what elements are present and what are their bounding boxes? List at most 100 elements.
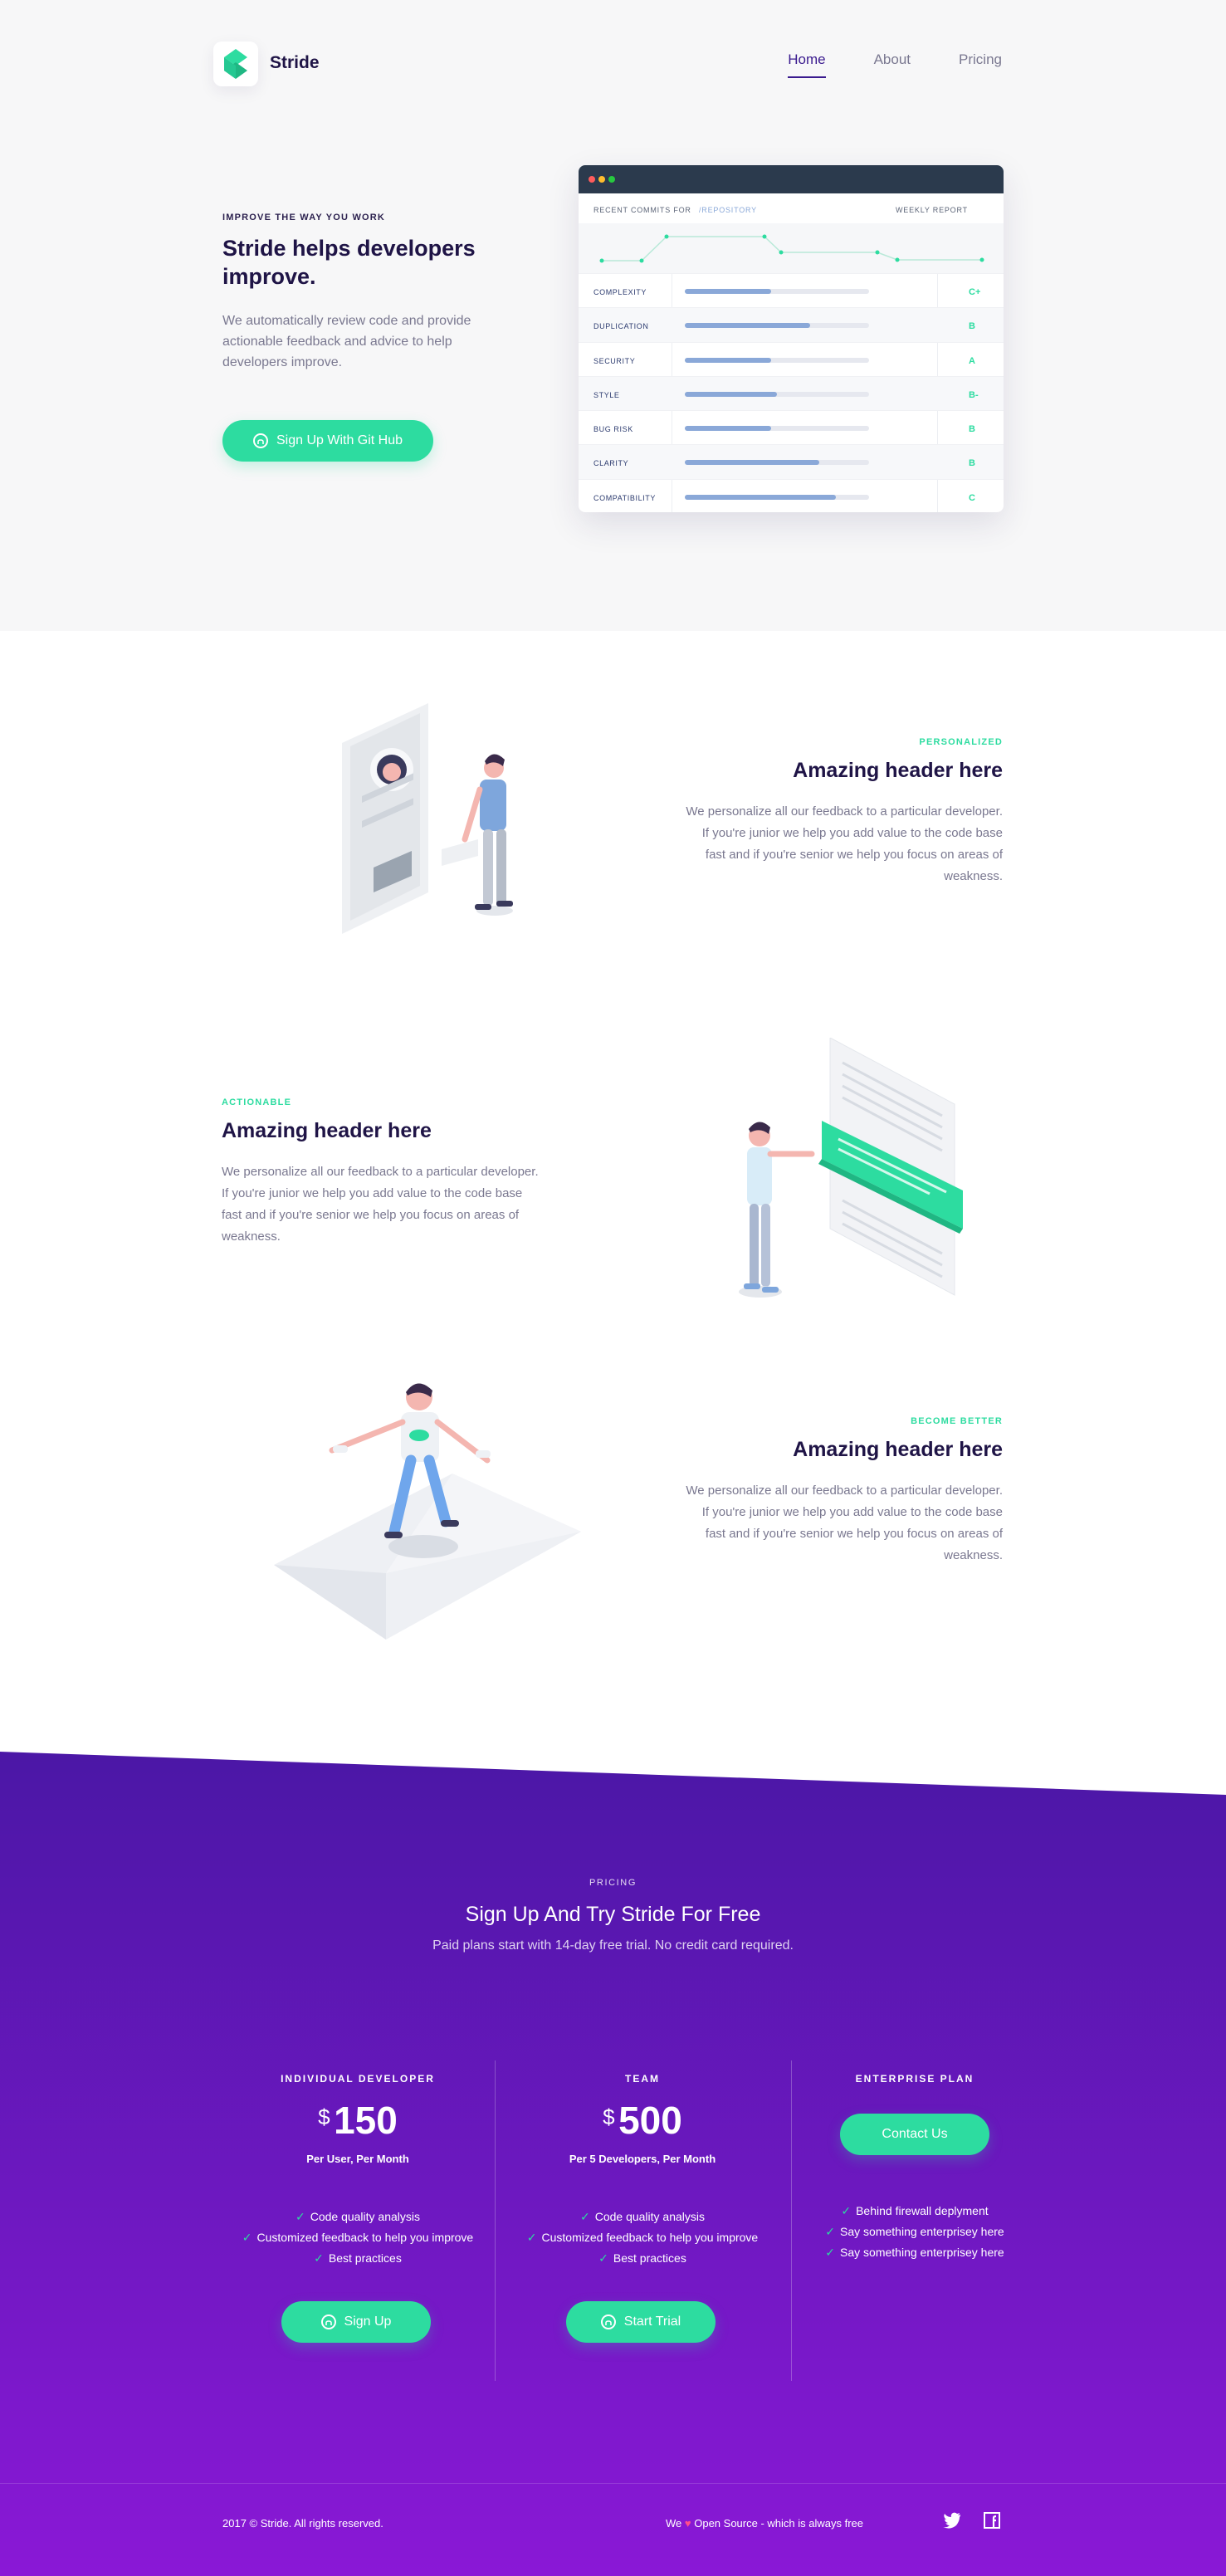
feature-description: We personalize all our feedback to a par…	[222, 1165, 539, 1244]
plan-feature: ✓ Code quality analysis	[295, 2210, 421, 2223]
commit-graph	[579, 223, 1004, 273]
plan-feature: ✓ Customized feedback to help you improve	[526, 2231, 759, 2244]
sign-up-label: Sign Up	[344, 2314, 392, 2329]
metric-grade: A	[969, 355, 975, 366]
metric-label: CLARITY	[593, 459, 629, 468]
metric-progress-fill	[685, 289, 772, 294]
metric-grade: C+	[969, 287, 981, 297]
nav-links: Home About Pricing	[788, 51, 1002, 78]
metric-label: SECURITY	[593, 356, 636, 365]
metric-label: BUG RISK	[593, 425, 633, 434]
metric-progress-track	[685, 323, 869, 329]
heart-icon: ♥	[684, 2517, 691, 2530]
plan-price: $ 500	[495, 2098, 790, 2143]
plan-name: INDIVIDUAL DEVELOPER	[281, 2073, 435, 2085]
check-icon: ✓	[526, 2231, 537, 2244]
nav-about[interactable]: About	[874, 51, 911, 78]
window-close-icon	[589, 176, 595, 183]
window-minimize-icon	[598, 176, 605, 183]
start-trial-button[interactable]: Start Trial	[566, 2301, 716, 2343]
hero-text: IMPROVE THE WAY YOU WORK Stride helps de…	[222, 213, 496, 373]
report-row: COMPLEXITY C+	[579, 273, 1004, 307]
feature-eyebrow: ACTIONABLE	[222, 1097, 292, 1107]
metric-progress-fill	[685, 460, 820, 466]
top-nav: Stride Home About Pricing	[213, 38, 1002, 88]
report-window-bar	[579, 165, 1004, 193]
plan-amount: 150	[334, 2099, 398, 2142]
report-row: CLARITY B	[579, 444, 1004, 479]
note-prefix: We	[666, 2517, 682, 2530]
metric-label: STYLE	[593, 390, 620, 399]
stride-logo-icon	[224, 49, 247, 79]
check-icon: ✓	[598, 2251, 608, 2265]
plan-feature: ✓ Best practices	[314, 2251, 402, 2265]
contact-us-label: Contact Us	[882, 2127, 948, 2141]
feature-eyebrow: BECOME BETTER	[911, 1416, 1003, 1426]
metric-progress-track	[685, 426, 869, 432]
open-source-note: We ♥ Open Source - which is always free	[666, 2517, 863, 2530]
plan-amount: 500	[618, 2099, 682, 2142]
hero-description: We automatically review code and provide…	[222, 314, 471, 369]
report-row: STYLE B-	[579, 375, 1004, 411]
plan-feature: ✓ Say something enterprisey here	[825, 2246, 1004, 2259]
metric-progress-track	[685, 460, 869, 466]
pricing-subtitle: Paid plans start with 14-day free trial.…	[432, 1938, 794, 1953]
github-signup-button[interactable]: Sign Up With Git Hub	[222, 420, 433, 462]
hero-diagonal	[0, 548, 1226, 631]
metric-progress-fill	[685, 494, 837, 500]
plan-per: Per User, Per Month	[306, 2153, 409, 2165]
feature-personalized: PERSONALIZED Amazing header here We pers…	[679, 737, 1003, 887]
metric-grade: C	[969, 492, 975, 503]
weekly-report-label: WEEKLY REPORT	[896, 206, 968, 214]
plan-price: $ 150	[210, 2098, 506, 2143]
check-icon: ✓	[242, 2231, 252, 2244]
github-icon	[600, 2314, 616, 2329]
metric-progress-track	[685, 357, 869, 363]
metric-grade: B	[969, 458, 975, 469]
report-row: SECURITY A	[579, 341, 1004, 376]
plan-features: ✓ Behind firewall deplyment ✓ Say somethin…	[767, 2201, 1062, 2263]
nav-pricing[interactable]: Pricing	[959, 51, 1002, 78]
pricing-title: Sign Up And Try Stride For Free	[465, 1903, 761, 1926]
plan-features: ✓ Code quality analysis ✓ Customized feedb…	[495, 2207, 790, 2269]
logo[interactable]	[213, 42, 258, 86]
plan-currency: $	[603, 2104, 615, 2129]
metric-progress-track	[685, 289, 869, 294]
personalized-illustration	[342, 703, 513, 934]
commit-graph-line	[599, 234, 984, 263]
github-signup-label: Sign Up With Git Hub	[276, 433, 403, 447]
plan-features: ✓ Code quality analysis ✓ Customized feedb…	[210, 2207, 506, 2269]
metric-label: COMPLEXITY	[593, 288, 647, 296]
plan-feature: ✓ Code quality analysis	[579, 2210, 706, 2223]
footer-divider	[0, 2483, 1226, 2484]
metric-progress-fill	[685, 426, 772, 432]
plan-feature: ✓ Say something enterprisey here	[825, 2225, 1004, 2238]
metric-grade: B	[969, 321, 975, 332]
sign-up-button[interactable]: Sign Up	[281, 2301, 431, 2343]
recent-commits-label: RECENT COMMITS FOR	[593, 206, 691, 214]
check-icon: ✓	[295, 2210, 305, 2223]
window-maximize-icon	[608, 176, 615, 183]
nav-home[interactable]: Home	[788, 51, 826, 78]
metric-progress-track	[685, 391, 869, 397]
note-suffix: Open Source - which is always free	[694, 2517, 863, 2530]
metric-progress-fill	[685, 391, 777, 397]
pricing-eyebrow: PRICING	[589, 1878, 637, 1888]
feature-description: We personalize all our feedback to a par…	[686, 804, 1003, 883]
check-icon: ✓	[579, 2210, 590, 2223]
metric-progress-track	[685, 494, 869, 500]
twitter-icon[interactable]	[943, 2512, 961, 2529]
contact-us-button[interactable]: Contact Us	[840, 2114, 989, 2155]
feature-title: Amazing header here	[793, 1438, 1003, 1461]
report-row: BUG RISK B	[579, 410, 1004, 444]
metric-progress-fill	[685, 357, 772, 363]
facebook-icon[interactable]	[984, 2512, 1000, 2529]
check-icon: ✓	[841, 2204, 852, 2217]
repository-link[interactable]: /REPOSITORY	[699, 206, 757, 214]
plan-currency: $	[318, 2104, 330, 2129]
brand-name[interactable]: Stride	[270, 53, 320, 73]
feature-title: Amazing header here	[793, 759, 1003, 782]
hero-title: Stride helps developers improve.	[222, 236, 476, 289]
plan-team: TEAM $ 500 Per 5 Developers, Per Month ✓…	[495, 2060, 790, 2381]
github-icon	[320, 2314, 336, 2329]
